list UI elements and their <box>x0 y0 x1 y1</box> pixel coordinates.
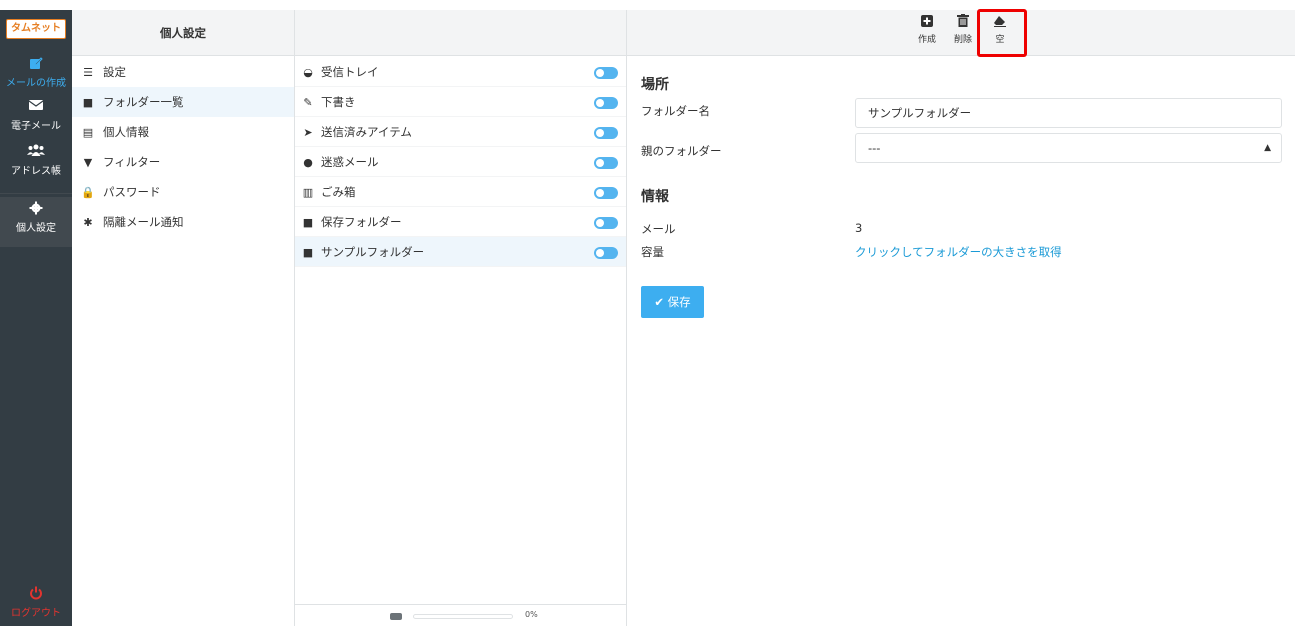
subscribe-toggle[interactable] <box>594 187 618 199</box>
folder-name: 受信トレイ <box>321 65 379 79</box>
get-folder-size-link[interactable]: クリックしてフォルダーの大きさを取得 <box>855 244 1062 260</box>
folder-icon: ■ <box>302 246 314 259</box>
folder-row[interactable]: ✎ 下書き <box>295 87 626 117</box>
create-button-label: 作成 <box>917 35 936 45</box>
mail-count-label: メール <box>641 222 676 236</box>
folder-row[interactable]: ■ 保存フォルダー <box>295 207 626 237</box>
info-section-title: 情報 <box>641 189 669 205</box>
quota-footer: 0% <box>295 604 626 626</box>
compose-icon <box>0 56 72 74</box>
subscribe-toggle[interactable] <box>594 247 618 259</box>
pencil-icon: ✎ <box>303 96 313 109</box>
folder-name: ごみ箱 <box>321 185 356 199</box>
trash-icon: ▥ <box>302 186 314 199</box>
spam-icon: ● <box>303 156 313 169</box>
settings-menu-item-password[interactable]: 🔒 パスワード <box>72 177 294 207</box>
folder-name: 下書き <box>321 95 356 109</box>
settings-menu-item-folders[interactable]: ■ フォルダー一覧 <box>72 87 294 117</box>
hard-drive-icon <box>390 613 402 620</box>
settings-menu-item-filters[interactable]: ▼ フィルター <box>72 147 294 177</box>
folder-row[interactable]: ● 迷惑メール <box>295 147 626 177</box>
save-button-label: 保存 <box>667 295 691 309</box>
logo: タムネット <box>6 19 66 39</box>
nav-logout[interactable]: ログアウト <box>0 582 72 626</box>
trash-icon <box>948 14 978 32</box>
folder-name: サンプルフォルダー <box>321 245 425 259</box>
settings-menu: ☰ 設定 ■ フォルダー一覧 ▤ 個人情報 ▼ フィルター 🔒 パスワード ✱ 隔離メール通… <box>72 57 294 237</box>
mail-count-value: 3 <box>855 221 863 235</box>
settings-menu-label: パスワード <box>103 185 161 199</box>
select-caret-icon: ▲ <box>1264 143 1271 153</box>
nav-mail-label: 電子メール <box>11 121 61 132</box>
settings-menu-label: 個人情報 <box>103 125 149 139</box>
subscribe-toggle[interactable] <box>594 127 618 139</box>
nav-divider <box>0 193 72 194</box>
check-icon: ✔ <box>654 295 668 309</box>
lock-icon: 🔒 <box>81 186 95 199</box>
folder-icon: ■ <box>82 96 94 109</box>
folder-row[interactable]: ◒ 受信トレイ <box>295 57 626 87</box>
filter-icon: ▼ <box>83 156 93 169</box>
gear-icon: ✱ <box>83 216 93 229</box>
folder-list: ◒ 受信トレイ ✎ 下書き ➤ 送信済みアイテム ● 迷惑メール ▥ ごみ箱 ■ 保存フォル… <box>295 57 626 267</box>
nav-compose-label: メールの作成 <box>6 78 66 89</box>
quota-bar <box>413 614 513 619</box>
inbox-icon: ◒ <box>303 66 313 79</box>
paper-plane-icon: ➤ <box>303 126 313 139</box>
folder-name: 送信済みアイテム <box>321 125 412 139</box>
location-section-title: 場所 <box>641 77 669 93</box>
settings-menu-label: 隔離メール通知 <box>103 215 184 229</box>
parent-folder-select[interactable]: --- ▲ <box>855 133 1282 163</box>
envelope-icon <box>0 99 72 117</box>
folder-name: 保存フォルダー <box>321 215 402 229</box>
nav-logout-label: ログアウト <box>11 608 61 619</box>
settings-menu-item-quarantine[interactable]: ✱ 隔離メール通知 <box>72 207 294 237</box>
power-icon <box>0 586 72 604</box>
app-window: タムネット メールの作成 電子メール アドレス帳 個人設定 ログアウト 個人設定 <box>0 0 1295 626</box>
top-strip <box>0 0 1295 10</box>
nav-settings[interactable]: 個人設定 <box>0 197 72 247</box>
save-button[interactable]: ✔ 保存 <box>641 286 704 318</box>
quota-percent: 0% <box>525 610 538 619</box>
subscribe-toggle[interactable] <box>594 67 618 79</box>
plus-square-icon <box>912 14 942 32</box>
column-divider <box>626 10 627 626</box>
settings-menu-item-preferences[interactable]: ☰ 設定 <box>72 57 294 87</box>
id-card-icon: ▤ <box>82 126 94 139</box>
nav-contacts-label: アドレス帳 <box>11 166 61 177</box>
folder-row[interactable]: ➤ 送信済みアイテム <box>295 117 626 147</box>
delete-button-label: 削除 <box>953 35 972 45</box>
folder-row[interactable]: ■ サンプルフォルダー <box>295 237 626 267</box>
sliders-icon: ☰ <box>83 66 93 79</box>
subscribe-toggle[interactable] <box>594 217 618 229</box>
folder-name-field[interactable]: サンプルフォルダー <box>855 98 1282 128</box>
settings-column-title: 個人設定 <box>160 26 206 40</box>
users-icon <box>0 144 72 162</box>
settings-menu-label: 設定 <box>103 65 126 79</box>
create-button[interactable]: 作成 <box>912 14 942 54</box>
parent-folder-value: --- <box>868 141 881 155</box>
folder-icon: ■ <box>302 216 314 229</box>
highlight-box <box>977 9 1027 57</box>
nav-compose[interactable]: メールの作成 <box>0 52 72 96</box>
delete-button[interactable]: 削除 <box>948 14 978 54</box>
size-label: 容量 <box>641 245 664 259</box>
nav-contacts[interactable]: アドレス帳 <box>0 140 72 184</box>
folder-name-label: フォルダー名 <box>641 104 710 118</box>
parent-folder-label: 親のフォルダー <box>641 144 722 158</box>
settings-menu-label: フォルダー一覧 <box>103 95 184 109</box>
settings-menu-item-identities[interactable]: ▤ 個人情報 <box>72 117 294 147</box>
nav-settings-label: 個人設定 <box>16 223 56 234</box>
subscribe-toggle[interactable] <box>594 157 618 169</box>
folder-row[interactable]: ▥ ごみ箱 <box>295 177 626 207</box>
gear-icon <box>0 201 72 219</box>
subscribe-toggle[interactable] <box>594 97 618 109</box>
settings-menu-label: フィルター <box>103 155 161 169</box>
nav-mail[interactable]: 電子メール <box>0 95 72 139</box>
folder-name: 迷惑メール <box>321 155 379 169</box>
